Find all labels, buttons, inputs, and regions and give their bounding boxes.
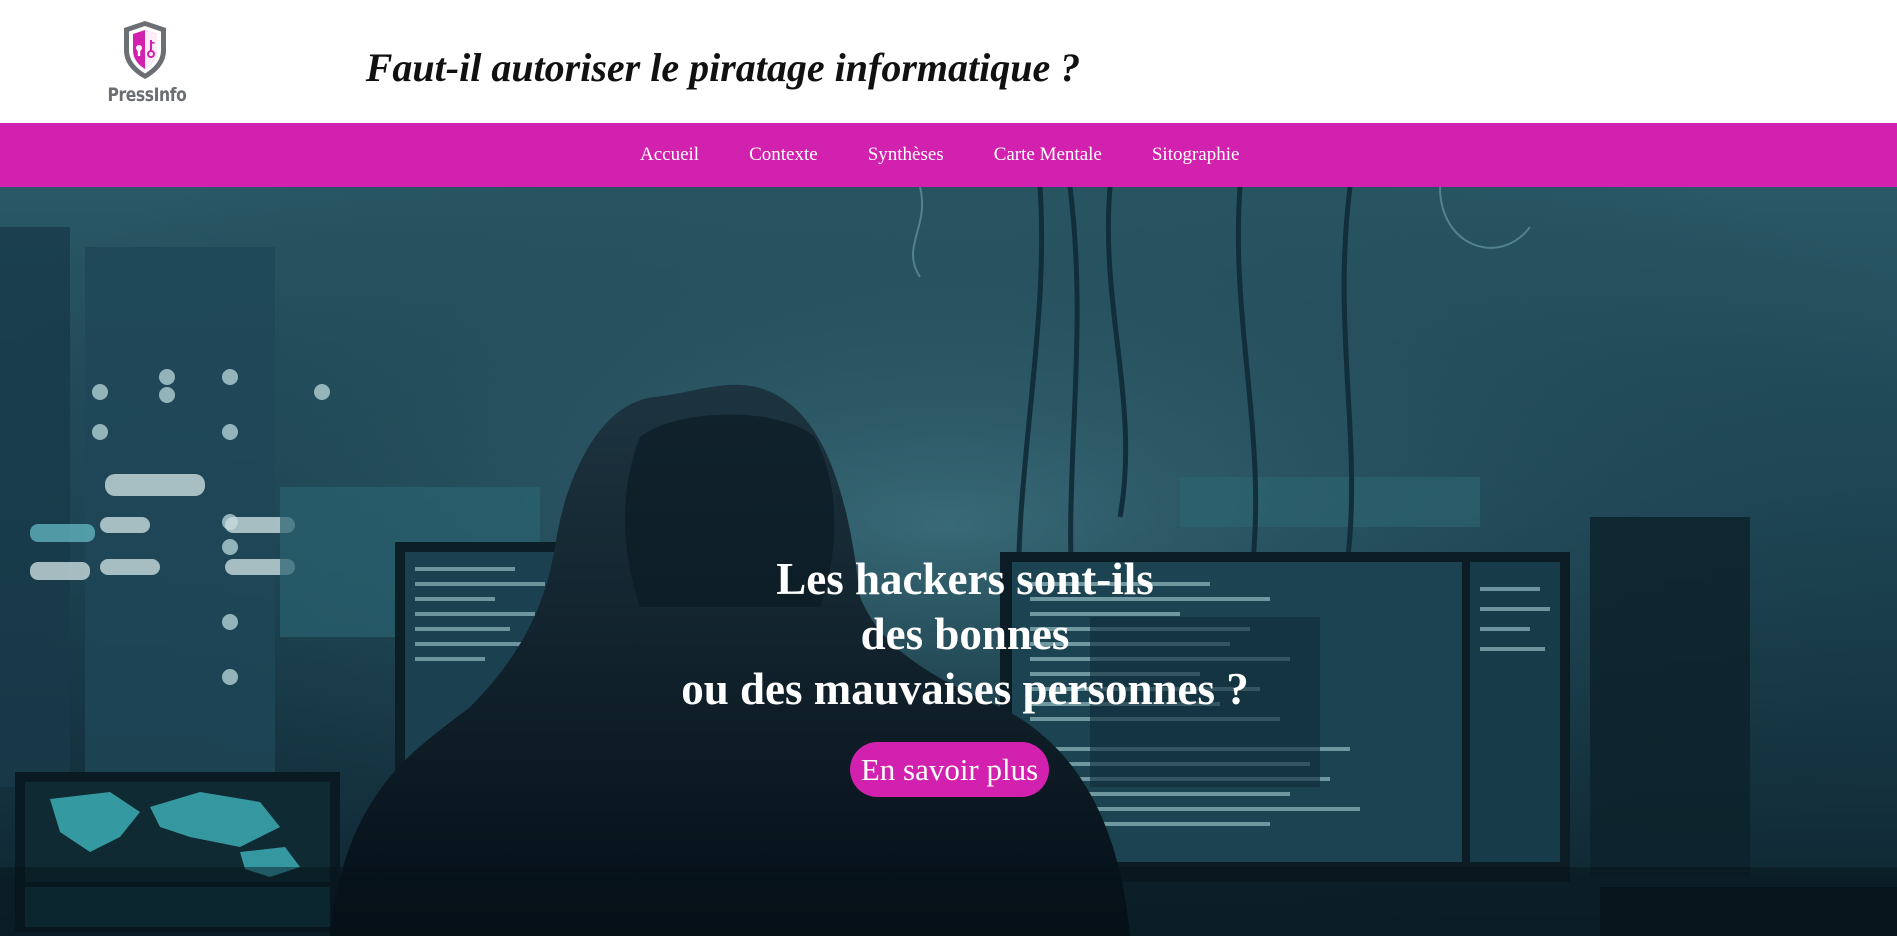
nav-item-syntheses: Synthèses <box>868 144 944 166</box>
hero-title: Les hackers sont-ils des bonnes ou des m… <box>600 552 1330 717</box>
nav-link-sitographie[interactable]: Sitographie <box>1152 144 1240 165</box>
nav-item-accueil: Accueil <box>640 144 699 166</box>
nav-link-carte-mentale[interactable]: Carte Mentale <box>994 144 1102 165</box>
nav-link-contexte[interactable]: Contexte <box>749 144 818 165</box>
hero-title-line-1: Les hackers sont-ils des bonnes <box>776 554 1154 659</box>
nav-item-contexte: Contexte <box>749 144 818 166</box>
site-header: PressInfo Faut-il autoriser le piratage … <box>0 0 1897 123</box>
hero-title-line-2: ou des mauvaises personnes ? <box>681 664 1249 714</box>
learn-more-button[interactable]: En savoir plus <box>850 742 1049 797</box>
nav-list: Accueil Contexte Synthèses Carte Mentale… <box>640 123 1289 187</box>
nav-link-syntheses[interactable]: Synthèses <box>868 144 944 165</box>
hero-section: Les hackers sont-ils des bonnes ou des m… <box>0 187 1897 936</box>
main-nav: Accueil Contexte Synthèses Carte Mentale… <box>0 123 1897 187</box>
nav-link-accueil[interactable]: Accueil <box>640 144 699 165</box>
nav-item-carte-mentale: Carte Mentale <box>994 144 1102 166</box>
nav-item-sitographie: Sitographie <box>1152 144 1240 166</box>
page-title: Faut-il autoriser le piratage informatiq… <box>365 45 1081 90</box>
